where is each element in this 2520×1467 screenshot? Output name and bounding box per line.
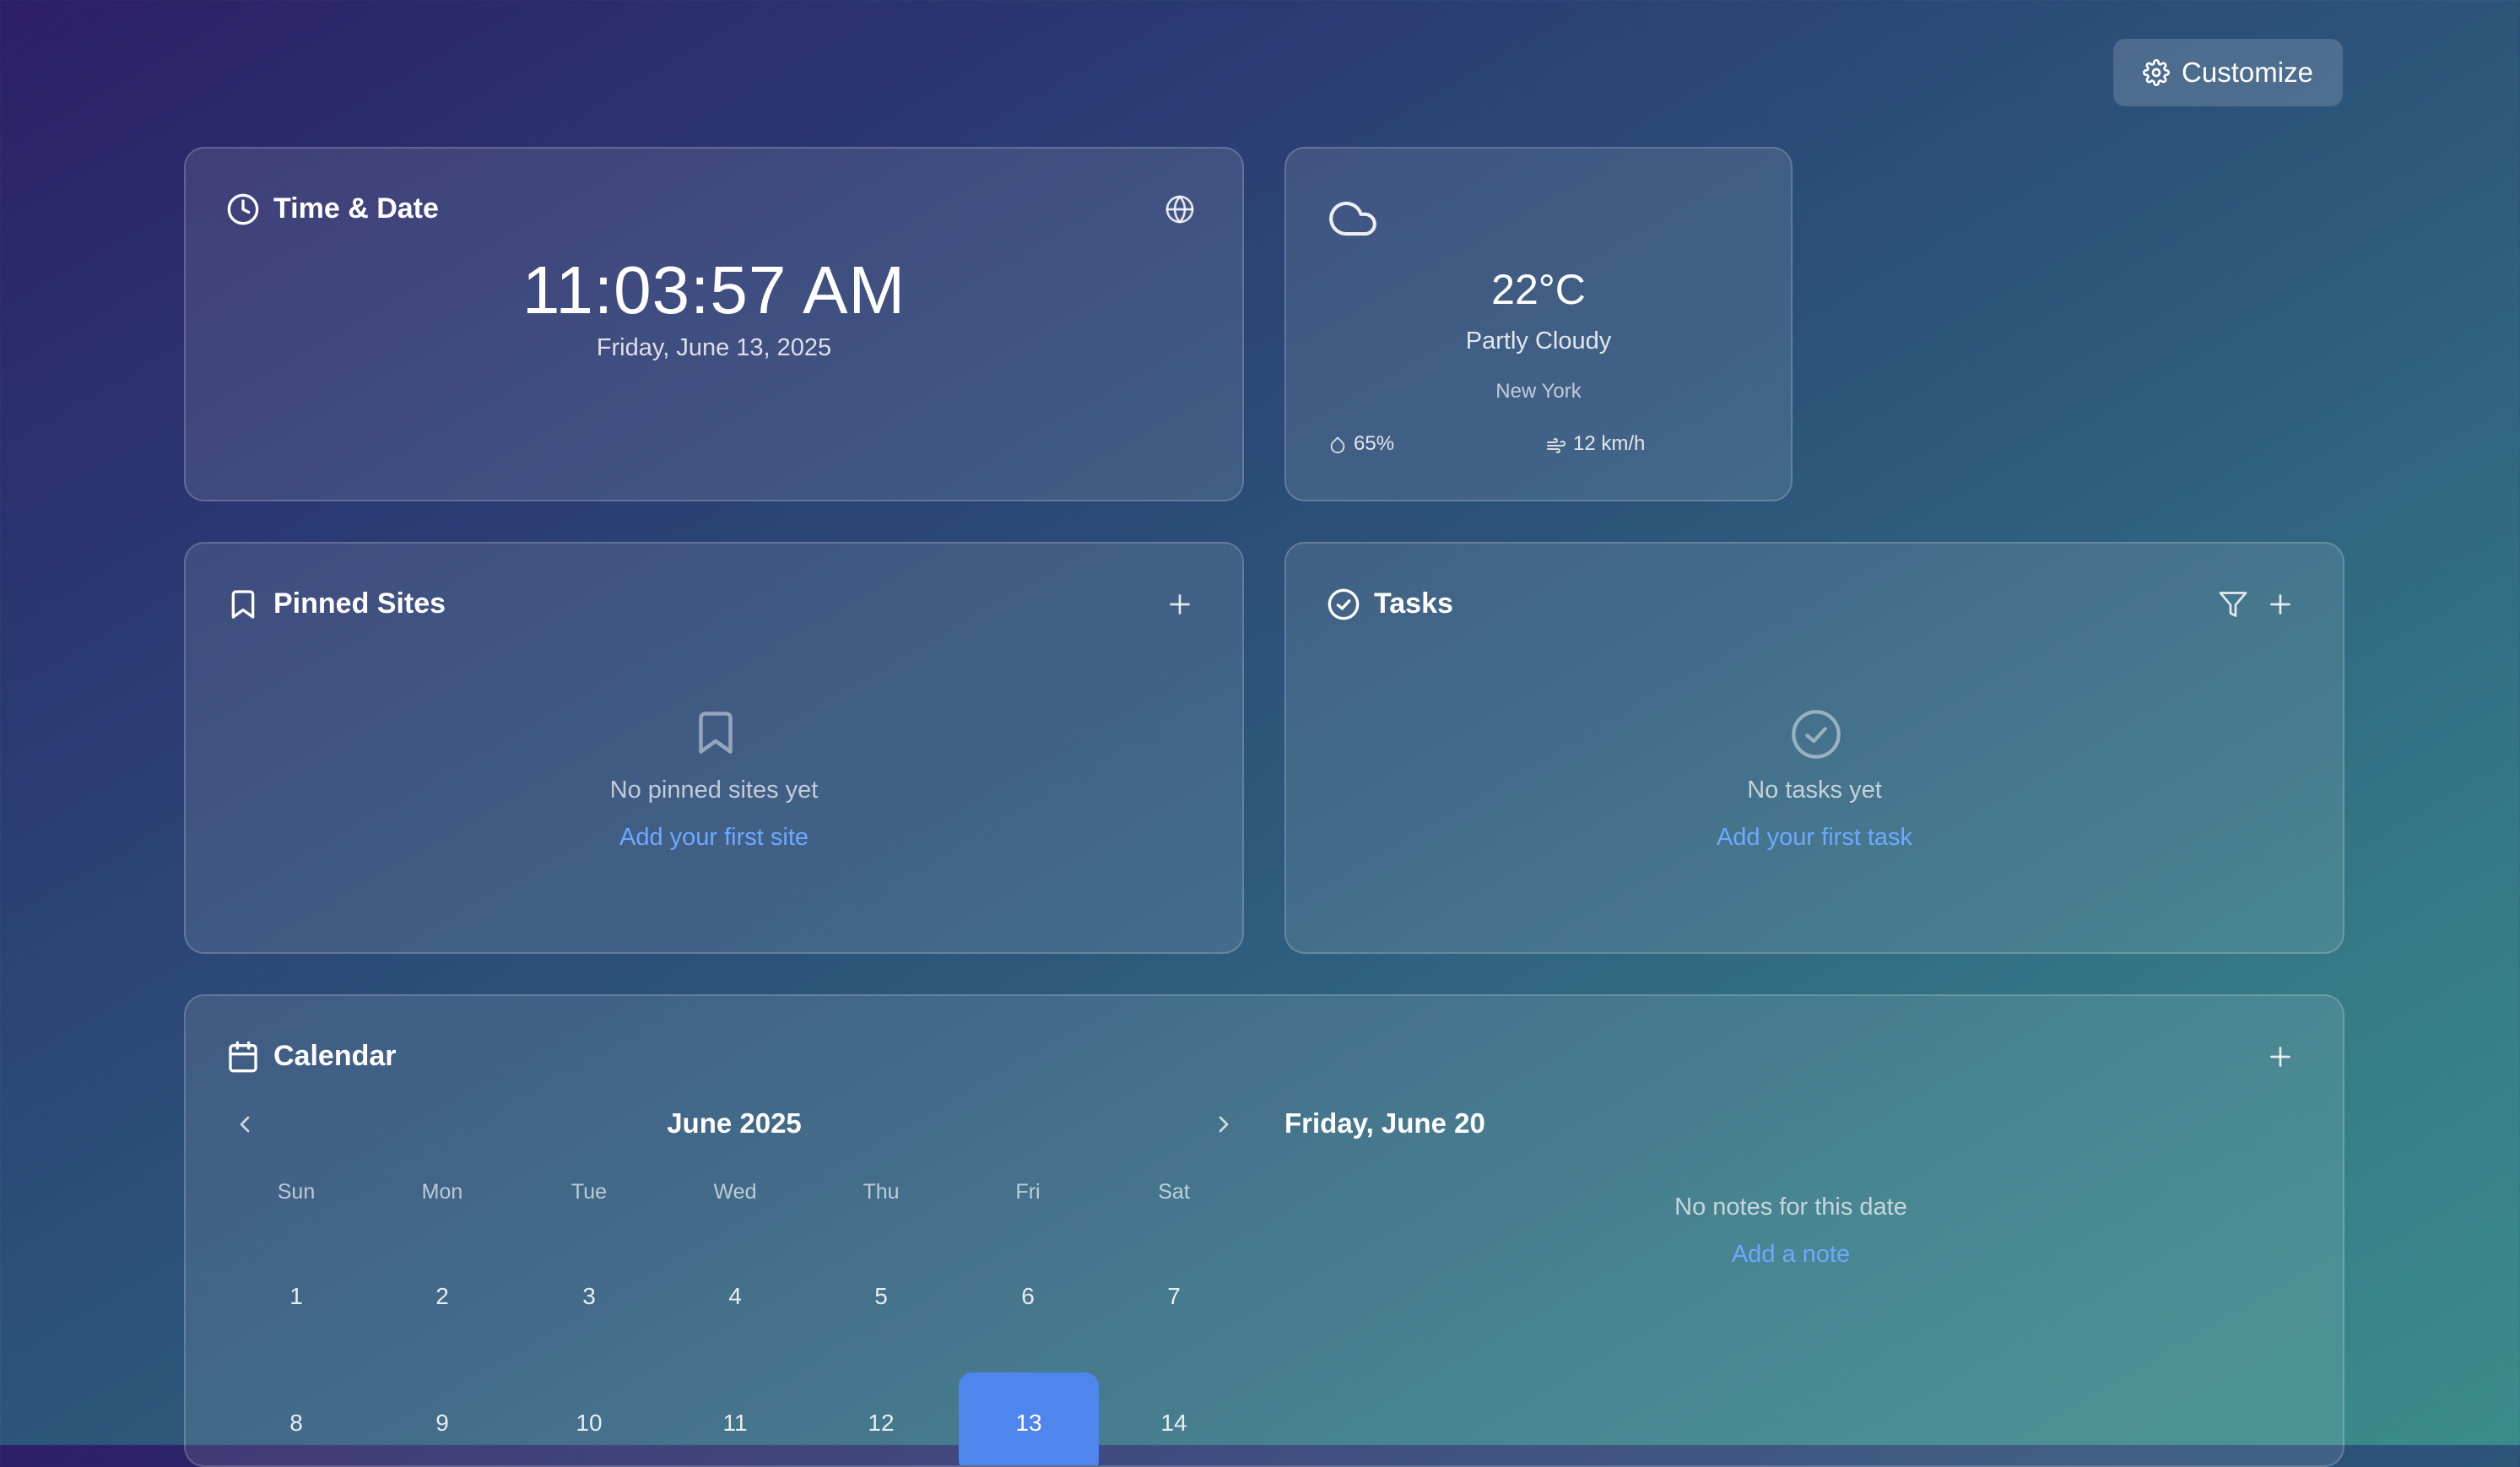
customize-label: Customize (2182, 57, 2313, 88)
current-date: Friday, June 13, 2025 (596, 334, 832, 361)
calendar-day[interactable]: 9 (375, 1372, 510, 1465)
weekday-tue: Tue (571, 1180, 608, 1204)
humidity-value: 65% (1354, 432, 1395, 455)
calendar-day[interactable]: 5 (814, 1246, 949, 1347)
weather-location: New York (1495, 380, 1582, 403)
calendar-day[interactable]: 11 (668, 1372, 803, 1465)
calendar-day[interactable]: 4 (668, 1246, 803, 1347)
calendar-card: Calendar June 2025 Sun Mon Tue Wed Thu F… (184, 994, 2344, 1467)
calendar-day[interactable]: 8 (229, 1372, 364, 1465)
wind-value: 12 km/h (1573, 432, 1646, 455)
calendar-day-selected[interactable]: 13 (959, 1372, 1099, 1465)
calendar-day[interactable]: 2 (375, 1246, 510, 1347)
add-note-link: Add a note (1284, 1241, 2297, 1269)
chevron-right-icon[interactable] (1210, 1111, 1237, 1138)
notes-date-heading: Friday, June 20 (1284, 1107, 1485, 1139)
customize-button[interactable]: Customize (2113, 39, 2343, 106)
month-label: June 2025 (667, 1107, 802, 1139)
add-first-site-text[interactable]: Add your first site (619, 824, 808, 851)
add-first-task-link: Add your first task (1286, 824, 2343, 852)
calendar-title: Calendar (273, 1040, 397, 1072)
weather-condition: Partly Cloudy (1465, 328, 1612, 355)
filter-icon[interactable] (2218, 589, 2248, 620)
weekday-sat: Sat (1158, 1180, 1190, 1204)
gear-icon (2143, 59, 2170, 86)
tasks-empty-text: No tasks yet (1747, 777, 1882, 804)
add-task-plus-icon[interactable] (2265, 589, 2296, 620)
bookmark-empty-icon (690, 707, 741, 758)
weekday-fri: Fri (1015, 1180, 1041, 1204)
pinned-sites-title: Pinned Sites (273, 587, 446, 620)
chevron-left-icon[interactable] (231, 1111, 258, 1138)
add-site-plus-icon[interactable] (1165, 589, 1195, 620)
check-circle-icon (1327, 587, 1360, 621)
weekday-sun: Sun (277, 1180, 316, 1204)
bookmark-icon (226, 587, 260, 621)
pinned-empty-text: No pinned sites yet (609, 777, 819, 804)
clock-icon (226, 192, 260, 226)
add-calendar-note-plus-icon[interactable] (2265, 1042, 2296, 1072)
calendar-day[interactable]: 14 (1106, 1372, 1241, 1465)
calendar-day[interactable]: 6 (960, 1246, 1095, 1347)
calendar-day[interactable]: 3 (522, 1246, 657, 1347)
wind-icon (1546, 436, 1566, 456)
cloud-icon (1327, 192, 1379, 245)
tasks-title: Tasks (1374, 587, 1453, 620)
tasks-card: Tasks No tasks yet Add your first task (1284, 542, 2344, 954)
calendar-day[interactable]: 1 (229, 1246, 364, 1347)
current-time: 11:03:57 AM (522, 252, 906, 328)
check-circle-empty-icon (1789, 707, 1843, 761)
notes-empty-text: No notes for this date (1674, 1194, 1907, 1221)
globe-icon[interactable] (1165, 194, 1195, 225)
add-first-task-text[interactable]: Add your first task (1717, 824, 1912, 851)
weather-card: 22°C Partly Cloudy New York 65% 12 km/h (1284, 147, 1793, 501)
time-date-title: Time & Date (273, 192, 439, 225)
weekday-thu: Thu (863, 1180, 900, 1204)
weekday-mon: Mon (421, 1180, 463, 1204)
calendar-day[interactable]: 12 (814, 1372, 949, 1465)
pinned-sites-card: Pinned Sites No pinned sites yet Add you… (184, 542, 1244, 954)
weekday-wed: Wed (713, 1180, 757, 1204)
temperature: 22°C (1491, 266, 1586, 313)
calendar-day[interactable]: 7 (1106, 1246, 1241, 1347)
calendar-icon (226, 1040, 260, 1074)
calendar-day[interactable]: 10 (522, 1372, 657, 1465)
droplet-icon (1328, 436, 1347, 454)
add-note-text[interactable]: Add a note (1732, 1241, 1850, 1268)
add-first-site-link: Add your first site (186, 824, 1242, 852)
time-date-card: Time & Date 11:03:57 AM Friday, June 13,… (184, 147, 1244, 501)
